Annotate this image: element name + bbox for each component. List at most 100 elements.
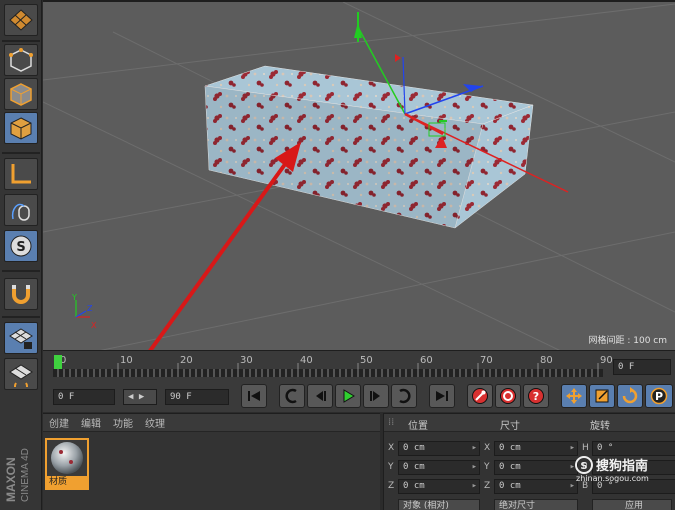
workplane-rotate-button[interactable] [4, 358, 38, 390]
next-frame-icon [370, 391, 380, 401]
snap-s-icon: S [10, 235, 32, 257]
size-x-field[interactable]: 0 cm ▸ [494, 441, 578, 456]
next-key-button[interactable] [391, 384, 417, 408]
move-arrows-icon [566, 388, 582, 404]
material-name-label[interactable]: 材质 [47, 476, 87, 488]
3d-viewport[interactable]: Y X Z 网格间距 : 100 cm [43, 0, 675, 350]
rot-h-label: H [582, 443, 589, 453]
header-position: 位置 [408, 421, 428, 432]
next-frame-button[interactable] [363, 384, 389, 408]
timeline-tick-label: 80 [540, 355, 553, 366]
tweak-mode-button[interactable] [4, 194, 38, 226]
svg-text:P: P [655, 390, 663, 403]
size-y-label: Y [484, 462, 490, 472]
apply-button[interactable]: 应用 [592, 499, 672, 510]
menu-function[interactable]: 功能 [113, 415, 133, 430]
material-menu-bar: 创建 编辑 功能 纹理 [43, 414, 380, 432]
make-editable-button[interactable] [4, 4, 38, 36]
header-grip-icon: ⁞⁞ [388, 417, 395, 428]
size-z-label: Z [484, 481, 491, 491]
step-right-icon[interactable]: ▶ [139, 392, 144, 402]
rotate-key-button[interactable] [617, 384, 643, 408]
svg-text:Y: Y [71, 293, 77, 302]
move-key-button[interactable] [561, 384, 587, 408]
coordinate-mode-dropdown[interactable]: 对象 (相对) [398, 499, 480, 510]
watermark-title: 搜狗指南 [596, 459, 649, 474]
go-to-end-button[interactable] [429, 384, 455, 408]
svg-text:Z: Z [87, 304, 93, 313]
maxon-wordmark: MAXON [4, 457, 18, 502]
material-swatch[interactable]: 材质 [45, 438, 89, 490]
svg-text:S: S [580, 461, 587, 472]
scale-box-icon [595, 389, 609, 403]
keyframe-help-button[interactable]: ? [523, 384, 549, 408]
watermark-url: zhinan.sogou.com [576, 474, 649, 483]
timeline-scale[interactable]: 0 10 20 30 40 50 60 70 80 90 [43, 351, 613, 383]
sogou-watermark: S 搜狗指南 zhinan.sogou.com [572, 455, 672, 487]
viewport-canvas[interactable]: Y X Z [43, 2, 675, 350]
current-frame-field[interactable]: 0 F [53, 389, 115, 405]
prev-key-icon [285, 388, 297, 404]
menu-texture[interactable]: 纹理 [145, 415, 165, 430]
workplane-lock-button[interactable] [4, 322, 38, 354]
timeline-end-frame-field[interactable]: 0 F [613, 359, 671, 375]
max-frame-field[interactable]: 90 F [165, 389, 229, 405]
timeline-tick-label: 70 [480, 355, 493, 366]
svg-text:S: S [16, 240, 25, 255]
timeline-tick-label: 60 [420, 355, 433, 366]
cinema4d-wordmark: CINEMA 4D [20, 448, 31, 502]
auto-key-button[interactable] [495, 384, 521, 408]
frame-stepper[interactable]: ◀ ▶ [123, 389, 157, 405]
record-key-button[interactable] [467, 384, 493, 408]
size-mode-dropdown[interactable]: 绝对尺寸 [494, 499, 578, 510]
step-left-icon[interactable]: ◀ [128, 392, 133, 402]
timeline-tick-label: 20 [180, 355, 193, 366]
position-y-field[interactable]: 0 cm ▸ [398, 460, 480, 475]
axis-corner-icon [11, 164, 31, 184]
parameter-key-button[interactable]: P [645, 384, 673, 408]
p-circle-icon: P [650, 387, 668, 405]
play-button[interactable] [335, 384, 361, 408]
key-record-icon [472, 388, 488, 404]
gizmo-y-handle[interactable] [354, 22, 362, 38]
axis-mode-button[interactable] [4, 158, 38, 190]
size-y-field[interactable]: 0 cm ▸ [494, 460, 578, 475]
prev-frame-icon [316, 391, 326, 401]
pos-z-label: Z [388, 481, 395, 491]
position-x-field[interactable]: 0 cm ▸ [398, 441, 480, 456]
coord-row-4: 对象 (相对) 绝对尺寸 应用 [384, 499, 675, 510]
play-icon [343, 389, 355, 403]
model-mode-button[interactable] [4, 44, 38, 76]
maxon-logo: MAXON CINEMA 4D [2, 396, 40, 506]
skip-end-icon [436, 391, 448, 401]
magnet-button[interactable] [4, 278, 38, 310]
svg-text:?: ? [533, 390, 539, 403]
scale-key-button[interactable] [589, 384, 615, 408]
skip-start-icon [248, 391, 260, 401]
menu-create[interactable]: 创建 [49, 415, 69, 430]
material-sphere-icon [51, 442, 83, 474]
cube-points-icon [9, 48, 33, 72]
snap-button[interactable]: S [4, 230, 38, 262]
position-z-field[interactable]: 0 cm ▸ [398, 479, 480, 494]
edge-mode-button[interactable] [4, 78, 38, 110]
grid-lock-icon [9, 328, 33, 349]
grid-spacing-label: 网格间距 : 100 cm [588, 336, 667, 346]
previous-key-button[interactable] [279, 384, 305, 408]
sogou-logo-icon: S [575, 456, 593, 474]
next-key-icon [399, 388, 411, 404]
timeline-tick-label: 50 [360, 355, 373, 366]
go-to-start-button[interactable] [241, 384, 267, 408]
menu-edit[interactable]: 编辑 [81, 415, 101, 430]
rotation-h-field[interactable]: 0 ° [592, 441, 675, 456]
size-z-field[interactable]: 0 cm ▸ [494, 479, 578, 494]
timeline-ruler[interactable]: 0 10 20 30 40 50 60 70 80 90 0 F [43, 350, 675, 382]
coord-header: ⁞⁞ 位置 尺寸 旋转 [384, 414, 675, 432]
polygon-mode-button[interactable] [4, 112, 38, 144]
material-manager: 创建 编辑 功能 纹理 材质 [43, 413, 380, 510]
grid-rotate-icon [9, 364, 33, 387]
magnet-icon [12, 285, 30, 304]
cube-edges-icon [10, 83, 32, 106]
previous-frame-button[interactable] [307, 384, 333, 408]
playhead-marker [54, 355, 62, 369]
